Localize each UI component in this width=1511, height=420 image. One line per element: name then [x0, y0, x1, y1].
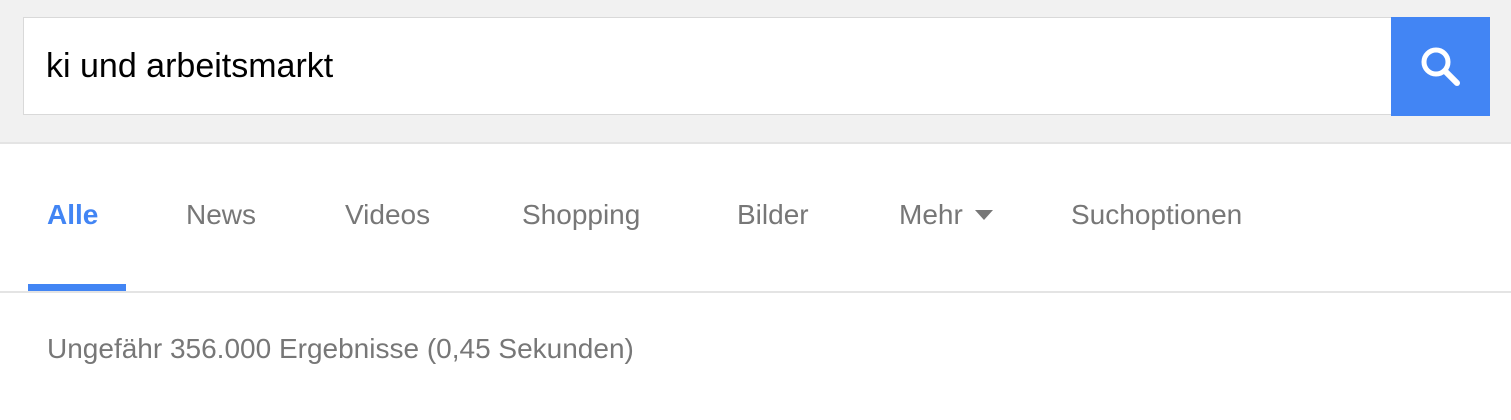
search-input[interactable] [46, 18, 1366, 114]
tab-bilder[interactable]: Bilder [737, 198, 809, 232]
tab-shopping[interactable]: Shopping [522, 198, 640, 232]
search-icon [1421, 47, 1460, 86]
tab-label: Alle [47, 199, 99, 230]
search-box[interactable] [23, 17, 1391, 115]
tab-news[interactable]: News [186, 198, 256, 232]
tab-videos[interactable]: Videos [345, 198, 430, 232]
search-tabs: Alle News Videos Shopping Bilder Mehr Su… [0, 144, 1511, 293]
tab-label: Videos [345, 199, 431, 230]
tab-label: Mehr [899, 199, 963, 230]
tab-suchoptionen[interactable]: Suchoptionen [1071, 198, 1242, 232]
tab-label: Shopping [522, 199, 641, 230]
tab-label: Suchoptionen [1071, 199, 1243, 230]
dropdown-arrow-icon [974, 209, 993, 220]
active-tab-indicator [28, 284, 126, 291]
tab-label: News [186, 199, 257, 230]
search-header [0, 0, 1511, 144]
tab-mehr[interactable]: Mehr [899, 198, 993, 232]
tab-label: Bilder [737, 199, 809, 230]
result-stats: Ungefähr 356.000 Ergebnisse (0,45 Sekund… [47, 333, 634, 364]
tab-alle[interactable]: Alle [47, 198, 98, 232]
search-button[interactable] [1391, 17, 1490, 116]
